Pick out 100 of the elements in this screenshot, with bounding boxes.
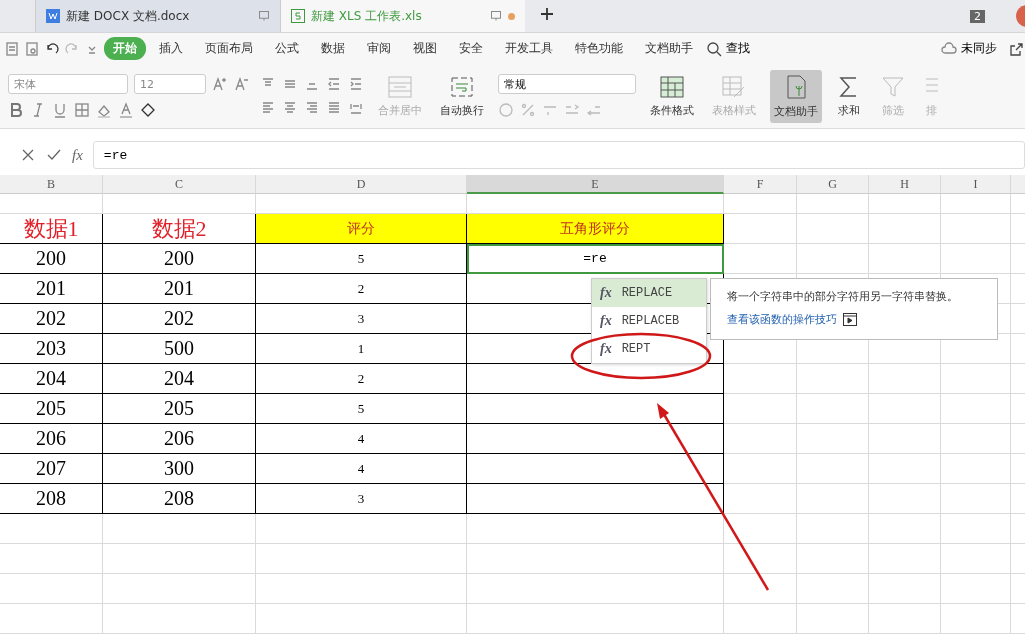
function-name: REPLACEB (621, 314, 680, 328)
wrap-text-icon (449, 74, 475, 99)
table-cell: 5 (256, 394, 467, 424)
table-cell: 数据2 (103, 214, 256, 244)
table-cell: 评分 (256, 214, 467, 244)
menu-tab[interactable]: 开发工具 (496, 37, 562, 60)
table-cell: 4 (256, 424, 467, 454)
tips-link[interactable]: 查看该函数的操作技巧 (727, 312, 837, 327)
function-suggestion[interactable]: fx REPLACE (592, 279, 706, 307)
video-icon (843, 313, 857, 326)
table-cell: 200 (0, 244, 103, 274)
justify-icon[interactable] (326, 100, 342, 116)
indent-icon[interactable] (348, 76, 364, 92)
writer-file-icon (46, 9, 60, 23)
ribbon-button[interactable]: 求和 (832, 70, 866, 122)
bold-icon[interactable] (8, 102, 24, 118)
column-header[interactable]: F (724, 175, 797, 194)
formula-field[interactable]: =re (92, 141, 1025, 169)
sync-status[interactable]: 未同步 (961, 40, 997, 57)
table-grid-icon (659, 74, 685, 99)
table-pencil-icon (721, 74, 747, 99)
function-label: fx (600, 313, 612, 329)
table-cell: 204 (0, 364, 103, 394)
print-icon[interactable] (4, 40, 20, 57)
column-header[interactable] (1011, 175, 1025, 194)
table-cell: 202 (0, 304, 103, 334)
cloud-icon[interactable] (941, 40, 957, 57)
table-cell: 500 (103, 334, 256, 364)
function-name: REPT (621, 342, 651, 356)
outdent-icon[interactable] (326, 76, 342, 92)
ribbon-button[interactable]: 文档助手 (770, 69, 822, 123)
search-icon[interactable] (706, 40, 722, 57)
menu-tab[interactable]: 页面布局 (196, 37, 262, 60)
column-header[interactable]: G (797, 175, 869, 194)
font-field[interactable]: 宋体 (8, 74, 128, 94)
table-cell: 2 (256, 274, 467, 304)
tab-label: 新建 DOCX 文档.docx (66, 7, 191, 25)
align-center-icon[interactable] (282, 100, 298, 116)
funnel-icon (880, 74, 906, 99)
sheet-file-icon (291, 9, 305, 23)
merge-cells-icon (387, 74, 413, 99)
font-color-icon[interactable] (118, 102, 134, 118)
menu-tab[interactable]: 公式 (266, 37, 308, 60)
column-header[interactable]: H (869, 175, 941, 194)
table-cell: 2 (256, 364, 467, 394)
document-tab[interactable]: 新建 DOCX 文档.docx (35, 0, 280, 32)
avatar-icon[interactable] (1015, 5, 1025, 27)
new-tab-icon[interactable] (539, 6, 555, 22)
table-cell: 3 (256, 484, 467, 514)
table-cell: 206 (103, 424, 256, 454)
find-button[interactable]: 查找 (726, 40, 750, 57)
menu-tab[interactable]: 视图 (404, 37, 446, 60)
table-cell: 205 (0, 394, 103, 424)
cancel-icon[interactable] (20, 147, 36, 163)
share-icon[interactable] (1009, 40, 1025, 57)
monitor-icon[interactable] (258, 10, 270, 22)
menu-tab[interactable]: 插入 (150, 37, 192, 60)
function-suggestion[interactable]: fx REPLACEB (592, 307, 706, 335)
currency-icon[interactable] (498, 102, 514, 118)
document-tab[interactable]: 新建 XLS 工作表.xls (280, 0, 525, 32)
align-right-icon[interactable] (304, 100, 320, 116)
table-cell: 4 (256, 454, 467, 484)
column-header[interactable]: I (941, 175, 1011, 194)
table-cell: 5 (256, 244, 467, 274)
shrink-font-icon[interactable] (234, 76, 250, 92)
underline-icon[interactable] (52, 102, 68, 118)
border-icon[interactable] (74, 102, 90, 118)
grow-font-icon[interactable] (212, 76, 228, 92)
function-label: fx (600, 341, 612, 357)
eraser-icon[interactable] (140, 102, 156, 118)
table-cell: 300 (103, 454, 256, 484)
menu-tab[interactable]: 安全 (450, 37, 492, 60)
menu-tab[interactable]: 数据 (312, 37, 354, 60)
font-size-field[interactable]: 12 (134, 74, 206, 94)
table-cell: 202 (103, 304, 256, 334)
align-left-icon[interactable] (260, 100, 276, 116)
window-count-badge[interactable]: 2 (970, 9, 985, 23)
function-label[interactable]: fx (72, 146, 83, 164)
column-header[interactable]: C (103, 175, 256, 194)
column-header[interactable]: B (0, 175, 103, 194)
active-cell[interactable]: =re (467, 244, 724, 274)
function-suggestion[interactable]: fx REPT (592, 335, 706, 363)
menu-tab[interactable]: 文档助手 (636, 37, 702, 60)
column-header[interactable]: E (467, 175, 724, 194)
number-format-field[interactable]: 常规 (498, 74, 636, 94)
column-header[interactable]: D (256, 175, 467, 194)
monitor-icon[interactable] (490, 10, 502, 22)
menu-tab[interactable]: 审阅 (358, 37, 400, 60)
menu-tab[interactable]: 特色功能 (566, 37, 632, 60)
percent-icon[interactable] (520, 102, 536, 118)
table-cell: 206 (0, 424, 103, 454)
table-cell: 207 (0, 454, 103, 484)
ribbon-button[interactable]: 条件格式 (646, 70, 698, 122)
table-cell: 200 (103, 244, 256, 274)
function-description: 将一个字符串中的部分字符用另一字符串替换。 (727, 289, 959, 304)
table-cell: 201 (0, 274, 103, 304)
ribbon-button[interactable]: 自动换行 (436, 70, 488, 122)
tab-label: 新建 XLS 工作表.xls (311, 7, 423, 25)
function-label: fx (600, 285, 612, 301)
table-cell: 1 (256, 334, 467, 364)
